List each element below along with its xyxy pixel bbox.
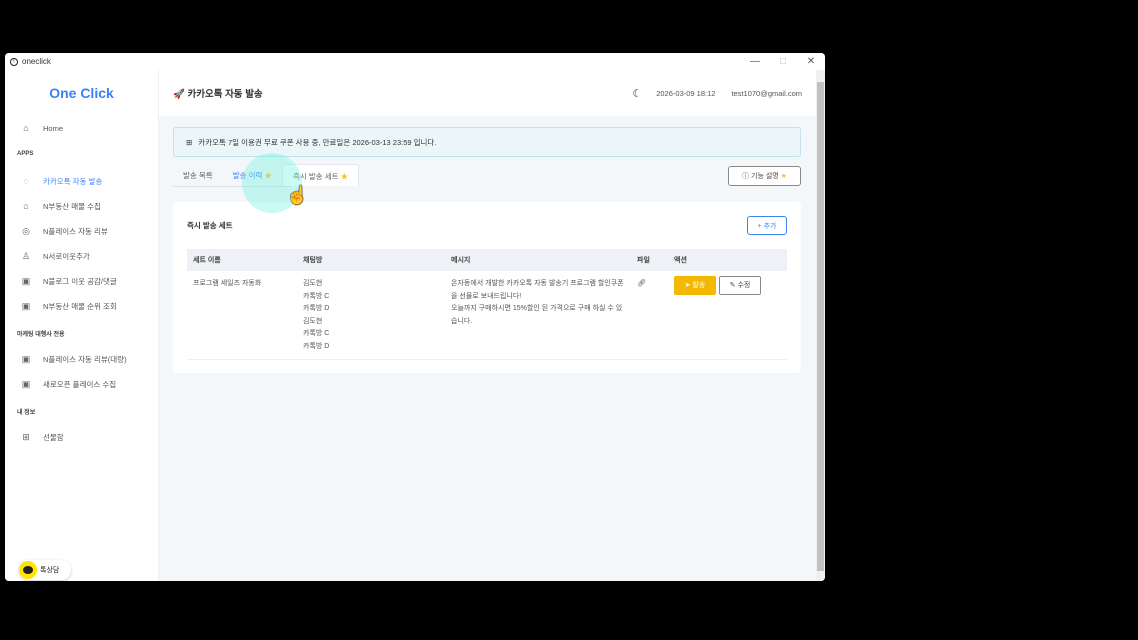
kakao-icon (19, 561, 37, 579)
maximize-button[interactable]: □ (769, 53, 797, 70)
sidebar-item-place-review[interactable]: ◎ N플레이스 자동 리뷰 (5, 222, 158, 240)
set-name: 프로그램 세일즈 자동화 (187, 271, 297, 360)
app-icon: ! (10, 57, 18, 66)
nav-label: N블로그 이웃 공감/댓글 (43, 276, 117, 286)
close-button[interactable]: ✕ (797, 53, 825, 70)
nav-label: N부동산 매물 순위 조회 (43, 301, 117, 311)
card-title: 즉시 발송 세트 (187, 221, 233, 230)
add-button[interactable]: + 추가 (747, 216, 787, 235)
gift-icon: ⊞ (22, 432, 30, 442)
nav-label: N플레이스 자동 리뷰(대량) (43, 354, 127, 364)
user-plus-icon: ♙ (21, 251, 31, 261)
datetime: 2026-03-09 18:12 (656, 88, 716, 98)
scrollbar-thumb[interactable] (817, 82, 824, 571)
col-file: 파일 (631, 249, 668, 271)
nav-label: 선물함 (43, 432, 64, 442)
user-email[interactable]: test1070@gmail.com (731, 89, 802, 98)
hand-cursor-icon: ☝ (286, 185, 309, 205)
edit-label: 수정 (737, 282, 751, 289)
room: 카톡방 D (303, 342, 330, 350)
page-title: 🚀 카카오톡 자동 발송 (173, 86, 632, 100)
section-agency: 마케팅 대행사 전용 (17, 332, 65, 338)
nav-label: N서로이웃추가 (43, 251, 90, 261)
col-action: 액션 (668, 249, 787, 271)
sidebar: One Click ⌂ Home APPS ◌ 카카오톡 자동 발송 ⌂ N부동산 매… (5, 70, 159, 581)
rocket-icon: 🚀 (173, 89, 188, 100)
main-content: 🚀 카카오톡 자동 발송 ☾ 2026-03-09 18:12 test1070… (159, 70, 816, 581)
window-title: oneclick (22, 57, 51, 66)
sidebar-item-kakao[interactable]: ◌ 카카오톡 자동 발송 (5, 172, 158, 190)
message-line: 온자동에서 개발한 카카오톡 자동 발송기 프로그램 할인쿠폰을 선물로 보내드… (451, 280, 624, 300)
title-bar: ! oneclick — □ ✕ (5, 53, 825, 70)
nav-label: Home (43, 123, 64, 133)
room: 김도현 (303, 280, 323, 287)
sets-table: 세트 이름 채팅방 메시지 파일 액션 프로그램 세일즈 자동화 김도현 카톡방… (187, 249, 787, 360)
col-set-name: 세트 이름 (187, 249, 297, 271)
room: 김도현 (303, 317, 323, 325)
house-icon: ⌂ (23, 201, 29, 211)
room: 카톡방 C (303, 330, 330, 337)
instant-set-card: 즉시 발송 세트 + 추가 세트 이름 채팅방 메시지 파일 액션 프로그램 세… (173, 202, 801, 373)
room: 카톡방 C (303, 292, 330, 300)
sidebar-item-realestate[interactable]: ⌂ N부동산 매물 수집 (5, 197, 158, 215)
action-cell: ➤ 발송 ✎ 수정 (668, 271, 787, 360)
link-icon[interactable]: 🔗︎ (637, 280, 646, 287)
sidebar-item-home[interactable]: ⌂ Home (5, 119, 158, 137)
kakao-chat-button[interactable]: 톡상담 (19, 560, 71, 580)
message-square-icon: ▣ (21, 301, 31, 311)
home-icon: ⌂ (23, 123, 29, 133)
edit-button[interactable]: ✎ 수정 (719, 276, 761, 295)
send-label: 발송 (692, 282, 706, 289)
tab-send-list[interactable]: 발송 목록 (173, 164, 223, 186)
app-window: ! oneclick — □ ✕ One Click ⌂ Home APPS ◌ 카… (5, 53, 825, 581)
alert-text: 카카오톡 7일 이용권 무료 쿠폰 사용 중, 만료일은 2026-03-13 … (198, 137, 437, 147)
room: 카톡방 D (303, 305, 330, 312)
section-my: 내 정보 (17, 410, 36, 416)
help-button[interactable]: ⓘ 기능 설명 ★ (728, 166, 801, 186)
col-message: 메시지 (445, 249, 631, 271)
logo[interactable]: One Click (5, 85, 158, 115)
help-icon: ⓘ (742, 173, 751, 180)
section-apps: APPS (17, 151, 34, 157)
table-row: 프로그램 세일즈 자동화 김도현 카톡방 C 카톡방 D 김도현 카톡방 C 카… (187, 271, 787, 360)
col-rooms: 채팅방 (297, 249, 445, 271)
nav-label: 새로오픈 플레이스 수집 (43, 379, 117, 389)
sidebar-item-blog[interactable]: ▣ N블로그 이웃 공감/댓글 (5, 272, 158, 290)
star-icon: ★ (780, 173, 787, 180)
sidebar-item-gift[interactable]: ⊞ 선물함 (5, 428, 158, 446)
rooms-cell: 김도현 카톡방 C 카톡방 D 김도현 카톡방 C 카톡방 D (297, 271, 445, 360)
title-text: 카카오톡 자동 발송 (187, 89, 263, 100)
location-icon: ◎ (22, 226, 30, 236)
message-square-icon: ▣ (21, 276, 31, 286)
file-cell: 🔗︎ (631, 271, 668, 360)
message-cell: 온자동에서 개발한 카카오톡 자동 발송기 프로그램 할인쿠폰을 선물로 보내드… (445, 271, 631, 360)
dark-mode-toggle-icon[interactable]: ☾ (632, 87, 642, 100)
sidebar-item-place-bulk[interactable]: ▣ N플레이스 자동 리뷰(대량) (5, 350, 158, 368)
nav-label: 카카오톡 자동 발송 (43, 176, 103, 186)
star-icon: ★ (340, 172, 349, 181)
scrollbar[interactable] (816, 70, 825, 581)
nav-label: N부동산 매물 수집 (43, 201, 101, 211)
message-line: 오늘까지 구매하시면 15%할인 된 가격으로 구매 하실 수 있습니다. (451, 305, 623, 325)
send-button[interactable]: ➤ 발송 (674, 276, 716, 295)
gift-icon: ⊞ (186, 137, 193, 147)
sidebar-item-rank[interactable]: ▣ N부동산 매물 순위 조회 (5, 297, 158, 315)
message-square-icon: ▣ (21, 379, 31, 389)
kakao-chat-label: 톡상담 (40, 567, 60, 574)
sidebar-item-neighbor[interactable]: ♙ N서로이웃추가 (5, 247, 158, 265)
message-square-icon: ▣ (21, 354, 31, 364)
help-label: 기능 설명 (751, 173, 779, 180)
chat-icon: ◌ (23, 176, 29, 186)
header: 🚀 카카오톡 자동 발송 ☾ 2026-03-09 18:12 test1070… (159, 70, 816, 116)
sidebar-item-new-place[interactable]: ▣ 새로오픈 플레이스 수집 (5, 375, 158, 393)
minimize-button[interactable]: — (741, 53, 769, 70)
nav-label: N플레이스 자동 리뷰 (43, 226, 108, 236)
